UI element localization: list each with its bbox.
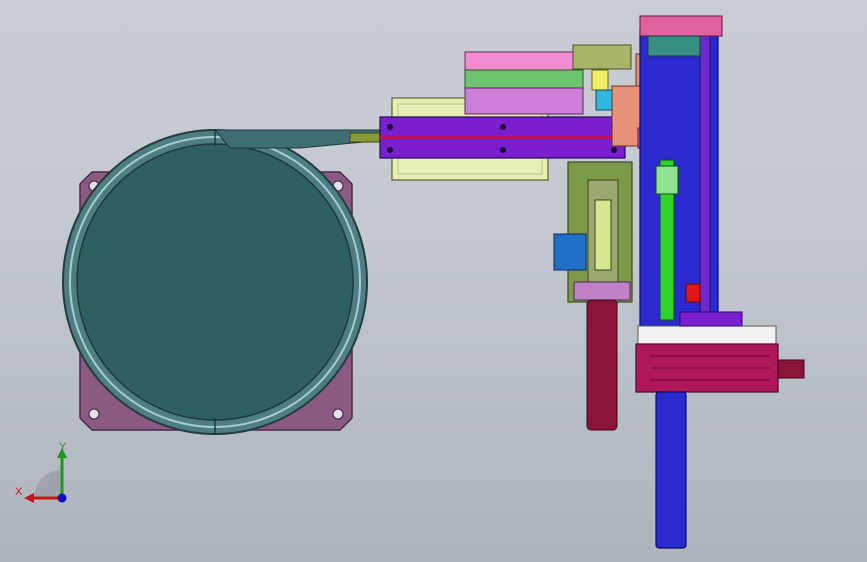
cylinder-piston <box>594 199 612 271</box>
cyan-fitting[interactable] <box>595 89 615 111</box>
mount-hole-bottom-left <box>88 408 100 420</box>
3d-viewport[interactable]: Y X <box>0 0 867 562</box>
pink-block[interactable] <box>464 51 584 71</box>
origin-dot <box>57 493 67 503</box>
green-rod-coupler <box>655 165 679 195</box>
violet-block[interactable] <box>464 87 584 115</box>
arm-clamp <box>349 132 383 143</box>
bolt-5 <box>500 147 506 153</box>
triad-quadrant <box>34 470 62 498</box>
bolt-2 <box>500 124 506 130</box>
link-arm[interactable] <box>213 129 386 149</box>
column-cap <box>639 15 723 37</box>
green-block[interactable] <box>464 69 584 89</box>
mount-hole-bottom-right <box>332 408 344 420</box>
purple-slide-bar[interactable] <box>379 116 626 159</box>
red-stop <box>685 283 701 303</box>
cylinder-flange <box>573 281 631 301</box>
cad-model-view[interactable] <box>0 0 867 562</box>
motor-disc <box>679 311 743 327</box>
cylinder-barrel <box>586 299 618 431</box>
column-cap-band <box>647 35 701 57</box>
x-axis-label: X <box>15 486 23 498</box>
bolt-6 <box>611 147 617 153</box>
blue-sensor[interactable] <box>553 233 587 271</box>
motor-top-plate <box>637 325 777 345</box>
lower-blue-shaft[interactable] <box>655 391 687 549</box>
yellow-fitting[interactable] <box>591 69 609 91</box>
bolt-1 <box>387 124 393 130</box>
motor-shaft <box>777 359 805 379</box>
bolt-4 <box>387 147 393 153</box>
y-axis-label: Y <box>59 441 67 453</box>
olive-top-block[interactable] <box>572 44 632 70</box>
disc-face <box>76 143 354 421</box>
vertical-column[interactable] <box>639 15 723 331</box>
axis-triad: Y X <box>14 440 74 510</box>
round-table[interactable] <box>62 129 368 435</box>
x-axis-arrow <box>24 493 34 503</box>
column-rail <box>699 29 711 321</box>
